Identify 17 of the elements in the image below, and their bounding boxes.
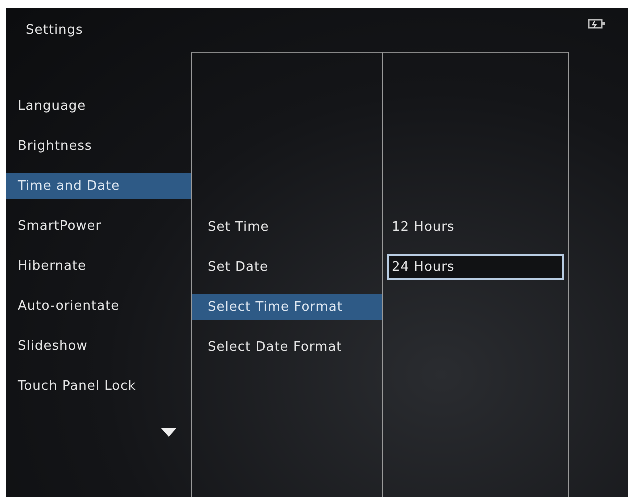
menu-item[interactable]: Touch Panel Lock: [6, 373, 191, 399]
submenu-item[interactable]: Select Time Format: [192, 294, 382, 320]
option-item[interactable]: 12 Hours: [387, 214, 564, 240]
menu-item[interactable]: SmartPower: [6, 213, 191, 239]
submenu-item[interactable]: Set Time: [192, 214, 382, 240]
menu-item[interactable]: Time and Date: [6, 173, 191, 199]
menu-item[interactable]: Slideshow: [6, 333, 191, 359]
power-icon: [588, 18, 606, 30]
submenu-item[interactable]: Set Date: [192, 254, 382, 280]
menu-item[interactable]: Language: [6, 93, 191, 119]
window-title: Settings: [26, 22, 84, 38]
menu-item[interactable]: Auto-orientate: [6, 293, 191, 319]
menu-item[interactable]: Brightness: [6, 133, 191, 159]
option-item[interactable]: 24 Hours: [387, 254, 564, 280]
menu-item[interactable]: Hibernate: [6, 253, 191, 279]
submenu-item[interactable]: Select Date Format: [192, 334, 382, 360]
scroll-down-icon[interactable]: [161, 428, 177, 437]
